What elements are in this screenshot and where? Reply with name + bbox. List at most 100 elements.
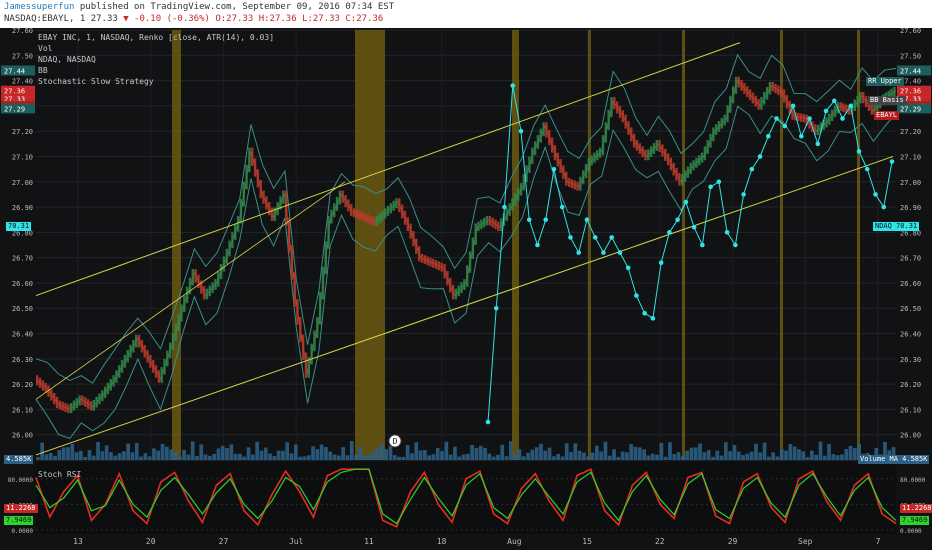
renko-brick (647, 149, 650, 161)
ndaq-point (881, 204, 887, 210)
renko-brick (751, 92, 755, 104)
renko-brick (358, 210, 361, 220)
renko-brick (550, 137, 554, 153)
renko-brick (366, 214, 370, 224)
volume-bar (732, 445, 737, 460)
volume-bar (117, 453, 122, 460)
renko-brick (95, 396, 98, 408)
bb-basis-tag: BB Basis (868, 96, 906, 105)
volume-bar (61, 447, 66, 460)
volume-bar (423, 450, 427, 460)
renko-brick (41, 380, 45, 391)
renko-brick (731, 86, 735, 104)
ndaq-point (675, 217, 680, 223)
volume-bar (134, 442, 139, 460)
volume-bar (715, 450, 720, 460)
volume-bar (642, 449, 646, 460)
volume-bar (229, 444, 234, 460)
y-tick-label: 26.50 (12, 305, 33, 313)
volume-bar (500, 444, 505, 460)
volume-bar (143, 453, 148, 460)
renko-brick (870, 103, 873, 115)
renko-brick (579, 176, 582, 191)
volume-bar (276, 450, 281, 460)
volume-bar (36, 457, 40, 460)
renko-brick (689, 162, 692, 175)
volume-bar (749, 451, 754, 460)
volume-bar (539, 443, 543, 460)
ndaq-point (526, 217, 532, 223)
renko-brick (638, 143, 641, 154)
renko-brick (253, 158, 257, 177)
volume-bar (603, 441, 608, 460)
y-tick-label: 27.00 (12, 179, 33, 187)
ndaq-point (485, 419, 491, 425)
renko-brick (98, 393, 101, 405)
price-label: 27.44 (900, 67, 921, 75)
renko-brick (211, 282, 214, 294)
renko-brick (434, 260, 438, 270)
left-volume-tag: 4.585K (4, 455, 34, 464)
left-stoch-k-tag: 11.2268 (4, 504, 38, 513)
volume-bar (702, 452, 707, 460)
renko-brick (522, 174, 526, 191)
renko-brick (50, 389, 53, 401)
renko-brick (754, 95, 757, 107)
renko-brick (84, 397, 87, 407)
renko-brick (743, 83, 746, 94)
ndaq-point (700, 242, 705, 248)
renko-brick (596, 150, 599, 161)
volume-bar (616, 456, 621, 460)
renko-brick (610, 97, 613, 118)
volume-bar (822, 455, 827, 460)
renko-brick (618, 105, 622, 118)
volume-bar (470, 444, 474, 460)
renko-brick (378, 213, 381, 224)
renko-brick (219, 263, 223, 280)
renko-brick (615, 101, 619, 114)
renko-brick (392, 200, 395, 211)
renko-brick (491, 217, 494, 228)
renko-brick (703, 146, 707, 161)
volume-bar (534, 447, 539, 460)
volume-bar (668, 442, 672, 460)
renko-brick (556, 152, 559, 167)
volume-bar (693, 447, 698, 460)
renko-brick (160, 367, 163, 383)
renko-brick (666, 153, 670, 166)
volume-bar (629, 444, 634, 460)
volume-bar (173, 452, 178, 460)
renko-brick (287, 217, 291, 253)
renko-brick (548, 129, 551, 146)
volume-bar (397, 456, 401, 460)
ndaq-point (749, 166, 755, 172)
renko-brick (621, 110, 625, 123)
volume-bar (625, 452, 629, 460)
renko-brick (587, 157, 591, 172)
session-highlight-band (512, 30, 519, 460)
renko-brick (72, 400, 76, 411)
x-tick-label: 20 (146, 537, 156, 546)
volume-bar (345, 455, 350, 460)
renko-brick (225, 248, 228, 264)
renko-brick (700, 152, 704, 163)
volume-bar (448, 454, 453, 460)
ndaq-point (625, 265, 631, 271)
ndaq-point (864, 166, 870, 172)
volume-bar (190, 441, 195, 460)
session-highlight-band (355, 30, 385, 460)
volume-bar (440, 451, 444, 460)
volume-bar (113, 455, 118, 460)
legend-vol: Vol (38, 44, 53, 53)
y-tick-label-right: 26.90 (900, 204, 921, 212)
volume-bar (100, 451, 105, 460)
stoch-d-tag: 7.9469 (900, 516, 930, 525)
renko-brick (118, 365, 121, 378)
renko-brick (429, 257, 432, 267)
renko-brick (239, 198, 243, 224)
volume-bar (810, 450, 814, 460)
stoch-tick-label: 0.0000 (11, 528, 33, 535)
renko-brick (120, 360, 124, 373)
volume-bar (152, 448, 156, 460)
volume-bar (44, 454, 49, 460)
